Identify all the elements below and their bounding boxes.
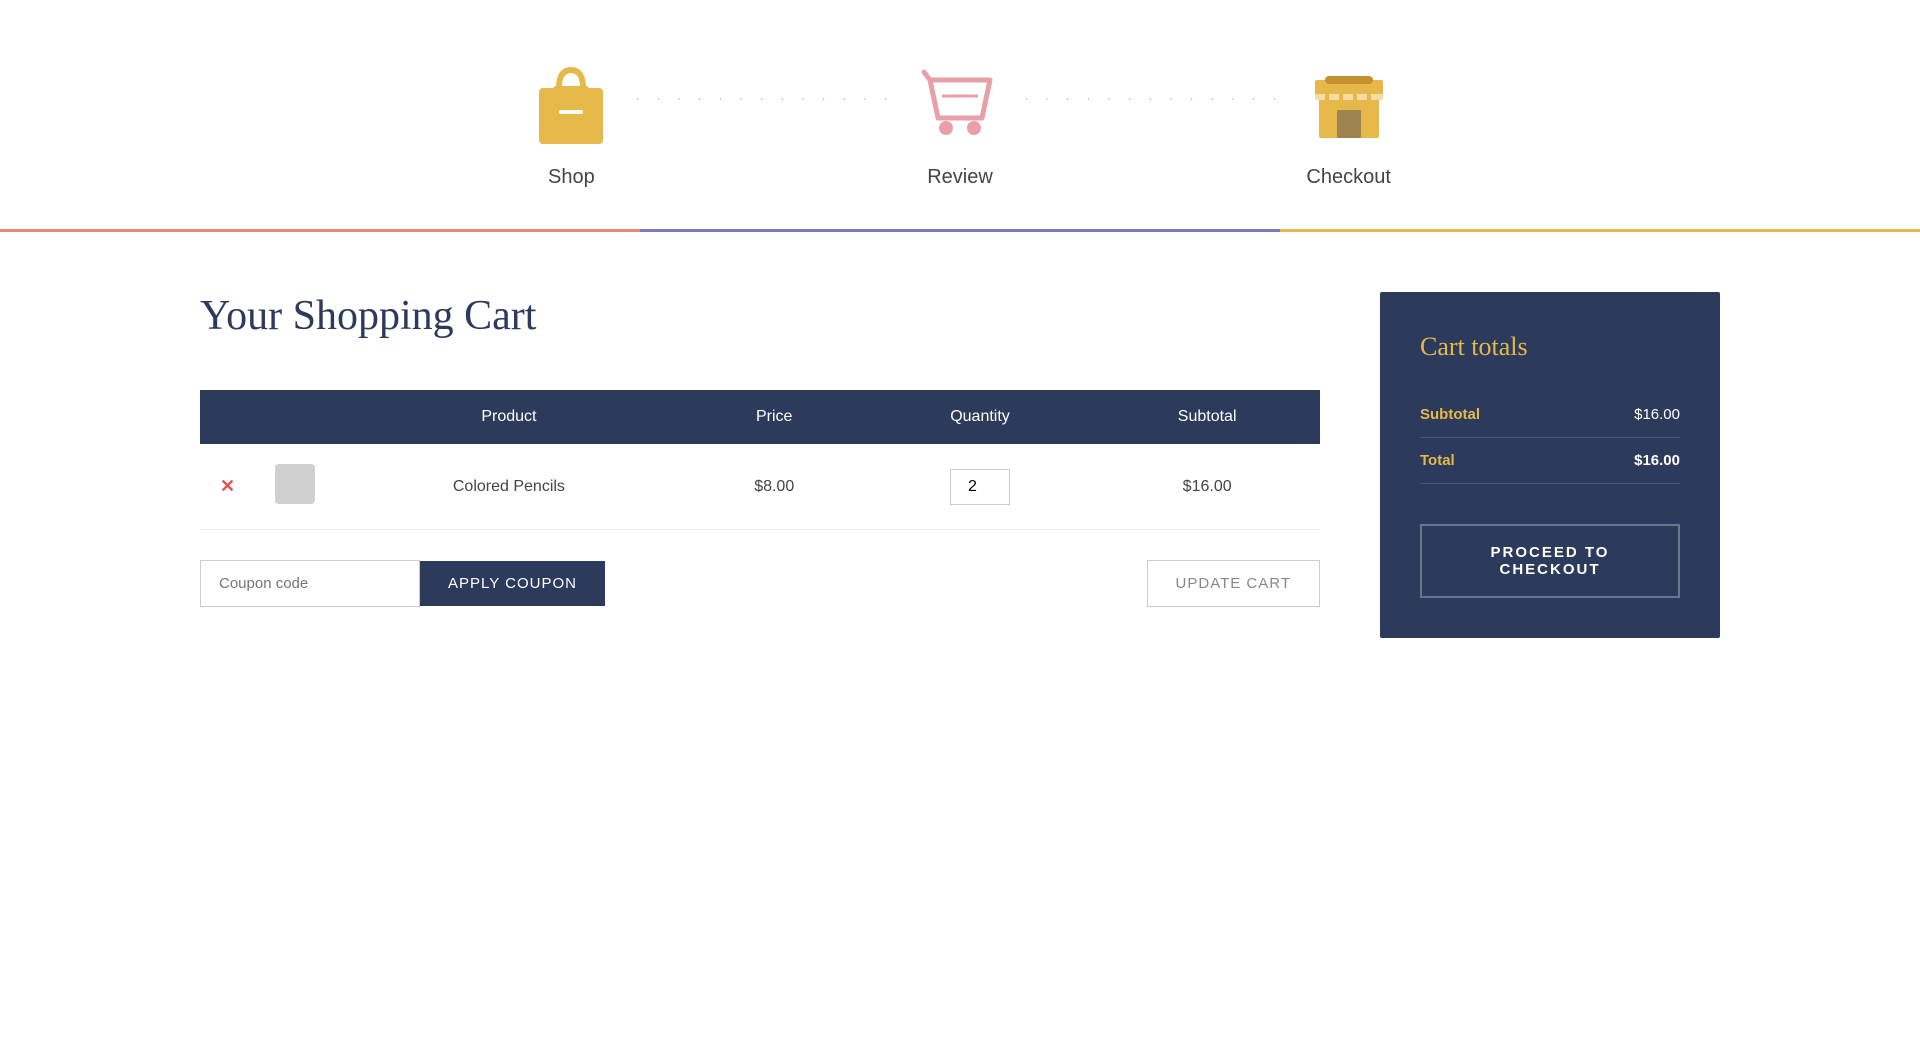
total-row: Total $16.00 [1420,438,1680,484]
product-subtotal: $16.00 [1183,478,1232,495]
divider-purple [640,229,1280,232]
store-icon [1304,60,1394,150]
quantity-input[interactable] [950,469,1010,505]
product-subtotal-cell: $16.00 [1094,444,1320,530]
subtotal-value: $16.00 [1634,406,1680,423]
step-review: Review [915,60,1005,189]
col-remove [200,390,255,444]
progress-divider [0,229,1920,232]
progress-steps: Shop · · · · · · · · · · · · · Review · … [0,0,1920,229]
subtotal-row: Subtotal $16.00 [1420,392,1680,438]
cart-title: Your Shopping Cart [200,292,1320,340]
total-label: Total [1420,452,1455,469]
cart-actions: APPLY COUPON UPDATE CART [200,560,1320,607]
col-subtotal: Subtotal [1094,390,1320,444]
remove-cell[interactable]: ✕ [200,444,255,530]
cart-totals-title: Cart totals [1420,332,1680,362]
step-checkout-label: Checkout [1306,166,1391,189]
proceed-to-checkout-button[interactable]: PROCEED TO CHECKOUT [1420,524,1680,598]
step-checkout: Checkout [1304,60,1394,189]
coupon-input[interactable] [200,560,420,607]
col-price: Price [683,390,866,444]
table-row: ✕ Colored Pencils $8.00 $16. [200,444,1320,530]
product-quantity-cell[interactable] [866,444,1095,530]
product-price: $8.00 [754,478,794,495]
divider-gold [1280,229,1920,232]
bag-icon [526,60,616,150]
product-image-cell [255,444,335,530]
subtotal-label: Subtotal [1420,406,1480,423]
col-product: Product [335,390,683,444]
cart-table: Product Price Quantity Subtotal [200,390,1320,530]
product-name-cell: Colored Pencils [335,444,683,530]
dots-1: · · · · · · · · · · · · · [616,60,915,104]
col-quantity: Quantity [866,390,1095,444]
cart-section: Your Shopping Cart Product Price Quantit… [200,292,1320,607]
step-review-label: Review [927,166,993,189]
col-image [255,390,335,444]
step-shop: Shop [526,60,616,189]
table-header-row: Product Price Quantity Subtotal [200,390,1320,444]
cart-icon [915,60,1005,150]
remove-item-button[interactable]: ✕ [220,476,235,497]
main-content: Your Shopping Cart Product Price Quantit… [0,232,1920,698]
divider-pink [0,229,640,232]
product-price-cell: $8.00 [683,444,866,530]
product-image [275,464,315,504]
cart-totals-panel: Cart totals Subtotal $16.00 Total $16.00… [1380,292,1720,638]
apply-coupon-button[interactable]: APPLY COUPON [420,561,605,606]
update-cart-button[interactable]: UPDATE CART [1147,560,1320,607]
step-shop-label: Shop [548,166,595,189]
product-name: Colored Pencils [453,478,565,495]
dots-2: · · · · · · · · · · · · · [1005,60,1304,104]
total-value: $16.00 [1634,452,1680,469]
